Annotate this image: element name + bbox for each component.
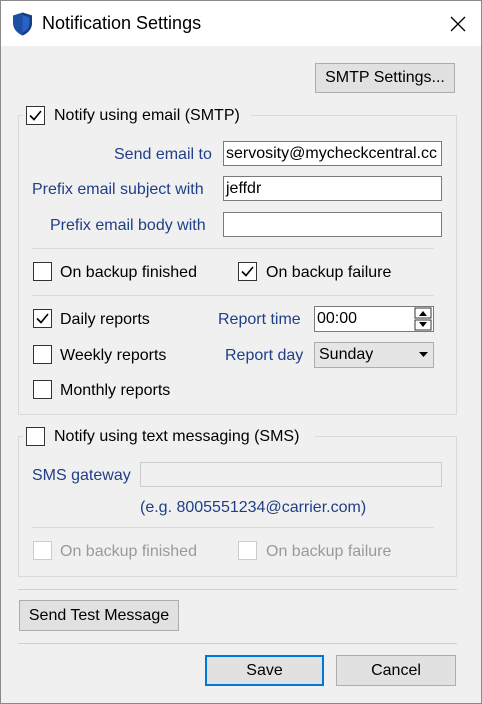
check-icon [29, 110, 42, 121]
sms-on-backup-failure-label: On backup failure [266, 543, 392, 560]
monthly-reports-label: Monthly reports [60, 382, 171, 399]
shield-icon [13, 12, 32, 36]
report-time-label: Report time [218, 311, 301, 328]
email-enabled-label: Notify using email (SMTP) [54, 107, 240, 124]
send-to-label: Send email to [114, 146, 212, 163]
divider [18, 589, 457, 590]
subject-prefix-field[interactable]: jeffdr [223, 176, 442, 201]
sms-enabled-checkbox[interactable] [26, 427, 45, 446]
email-enabled-checkbox[interactable] [26, 106, 45, 125]
report-day-select[interactable]: Sunday [314, 342, 434, 368]
sms-gateway-example: (e.g. 8005551234@carrier.com) [140, 499, 367, 516]
on-backup-failure-checkbox[interactable] [238, 262, 257, 281]
chevron-down-icon [419, 352, 428, 357]
send-to-field[interactable]: servosity@mycheckcentral.cc [223, 141, 442, 166]
on-backup-finished-checkbox[interactable] [33, 262, 52, 281]
weekly-reports-label: Weekly reports [60, 347, 167, 364]
body-prefix-field[interactable] [223, 212, 442, 237]
sms-gateway-field[interactable] [140, 462, 442, 487]
divider [18, 643, 457, 644]
smtp-settings-button[interactable]: SMTP Settings... [315, 63, 455, 93]
divider [32, 527, 434, 528]
sms-on-backup-finished-checkbox[interactable] [33, 541, 52, 560]
save-button[interactable]: Save [205, 655, 324, 686]
on-backup-failure-label: On backup failure [266, 264, 392, 281]
title-bar: Notification Settings [1, 1, 481, 46]
weekly-reports-checkbox[interactable] [33, 345, 52, 364]
smtp-settings-label: SMTP Settings... [325, 69, 445, 86]
daily-reports-checkbox[interactable] [33, 309, 52, 328]
on-backup-finished-label: On backup finished [60, 264, 197, 281]
save-label: Save [246, 661, 283, 679]
monthly-reports-checkbox[interactable] [33, 380, 52, 399]
check-icon [36, 313, 49, 324]
report-day-value: Sunday [319, 346, 374, 363]
divider [32, 295, 434, 296]
subject-prefix-label: Prefix email subject with [32, 181, 204, 198]
send-test-message-button[interactable]: Send Test Message [19, 600, 179, 631]
cancel-button[interactable]: Cancel [336, 655, 456, 686]
check-icon [241, 266, 254, 277]
sms-enabled-label: Notify using text messaging (SMS) [54, 428, 300, 445]
spin-arrows-icon [414, 307, 432, 331]
report-time-value: 00:00 [317, 310, 358, 327]
send-test-label: Send Test Message [28, 606, 170, 624]
close-icon [450, 16, 466, 31]
cancel-label: Cancel [371, 661, 421, 679]
close-button[interactable] [435, 1, 481, 46]
notification-settings-dialog: Notification Settings SMTP Settings... N… [0, 0, 482, 704]
divider [32, 248, 434, 249]
sms-on-backup-failure-checkbox[interactable] [238, 541, 257, 560]
report-time-spinner[interactable] [414, 307, 433, 331]
body-prefix-label: Prefix email body with [50, 217, 206, 234]
sms-on-backup-finished-label: On backup finished [60, 543, 197, 560]
daily-reports-label: Daily reports [60, 311, 150, 328]
report-day-label: Report day [225, 347, 304, 364]
sms-gateway-label: SMS gateway [32, 467, 131, 484]
window-title: Notification Settings [42, 13, 202, 33]
